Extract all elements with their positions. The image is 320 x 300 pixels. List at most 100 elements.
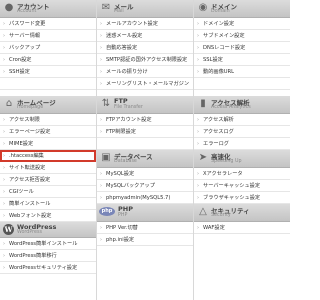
arrow-icon: › bbox=[197, 57, 199, 63]
arrow-icon: › bbox=[100, 57, 102, 63]
arrow-icon: › bbox=[100, 45, 102, 51]
arrow-icon: › bbox=[3, 45, 5, 51]
arrow-icon: › bbox=[3, 253, 5, 259]
menu-item-mysql-backup[interactable]: › MySQLバックアップ bbox=[97, 180, 193, 192]
menu-item-ftp-account[interactable]: › FTPアカウント設定 bbox=[97, 114, 193, 126]
menu-item-backup[interactable]: › バックアップ bbox=[0, 42, 96, 54]
menu-item-subdomain[interactable]: › サブドメイン設定 bbox=[194, 30, 290, 42]
arrow-icon: › bbox=[3, 153, 5, 159]
menu-item-mysql[interactable]: › MySQL設定 bbox=[97, 168, 193, 180]
arrow-icon: › bbox=[3, 33, 5, 39]
section-header-account: ● アカウント Account bbox=[0, 0, 96, 18]
section-header-mail: ✉ メール Mail bbox=[97, 0, 193, 18]
menu-item-auto-reply[interactable]: › 自動応答設定 bbox=[97, 42, 193, 54]
database-icon: ▣ bbox=[101, 152, 111, 163]
arrow-icon: › bbox=[197, 225, 199, 231]
menu-item-easy-install[interactable]: › 簡単インストール bbox=[0, 198, 96, 210]
menu-item-access-deny[interactable]: › アクセス拒否設定 bbox=[0, 174, 96, 186]
arrow-icon: › bbox=[3, 141, 5, 147]
menu-item-mime[interactable]: › MIME設定 bbox=[0, 138, 96, 150]
arrow-icon: › bbox=[197, 141, 199, 147]
section-header-database: ▣ データベース Database bbox=[97, 150, 193, 168]
menu-item-php-ini[interactable]: › php.ini設定 bbox=[97, 234, 193, 246]
menu-item-access-restriction[interactable]: › アクセス制限 bbox=[0, 114, 96, 126]
menu-item-access-analytics[interactable]: › アクセス解析 bbox=[194, 114, 290, 126]
menu-item-waf[interactable]: › WAF設定 bbox=[194, 222, 290, 234]
menu-item-domain[interactable]: › ドメイン設定 bbox=[194, 18, 290, 30]
section-header-ftp: ⇅ FTP File Transfer bbox=[97, 96, 193, 114]
menu-item-browser-cache[interactable]: › ブラウザキャッシュ設定 bbox=[194, 192, 290, 204]
menu-item-ssh[interactable]: › SSH設定 bbox=[0, 66, 96, 78]
menu-item-phpmyadmin[interactable]: › phpmyadmin(MySQL5.7) bbox=[97, 192, 193, 204]
house-icon: ⌂ bbox=[5, 98, 13, 109]
arrow-icon: › bbox=[100, 69, 102, 75]
arrow-icon: › bbox=[197, 129, 199, 135]
section-header-domain: ◉ ドメイン Domain bbox=[194, 0, 290, 18]
menu-item-wp-install[interactable]: › WordPress簡単インストール bbox=[0, 238, 96, 250]
arrow-icon: › bbox=[100, 195, 102, 201]
menu-item-ssl[interactable]: › SSL設定 bbox=[194, 54, 290, 66]
section-header-security: △ セキュリティ Security bbox=[194, 204, 290, 222]
globe-icon: ◉ bbox=[198, 2, 208, 13]
menu-item-dynamic-image-url[interactable]: › 動的画像URL bbox=[194, 66, 290, 78]
user-icon: ● bbox=[4, 2, 14, 13]
menu-item-x-accelerator[interactable]: › Xアクセラレータ bbox=[194, 168, 290, 180]
spacer bbox=[194, 78, 290, 90]
menu-item-wp-migrate[interactable]: › WordPress簡単移行 bbox=[0, 250, 96, 262]
arrow-icon: › bbox=[100, 129, 102, 135]
section-header-speed: ➤ 高速化 Speeding Up bbox=[194, 150, 290, 168]
menu-item-ftp-restrict[interactable]: › FTP制限設定 bbox=[97, 126, 193, 138]
arrow-icon: › bbox=[100, 225, 102, 231]
rocket-icon: ➤ bbox=[198, 152, 208, 163]
menu-item-server-info[interactable]: › サーバー情報 bbox=[0, 30, 96, 42]
menu-item-password[interactable]: › パスワード変更 bbox=[0, 18, 96, 30]
arrow-icon: › bbox=[3, 189, 5, 195]
arrow-icon: › bbox=[3, 69, 5, 75]
menu-item-spam[interactable]: › 迷惑メール設定 bbox=[97, 30, 193, 42]
arrow-icon: › bbox=[3, 241, 5, 247]
menu-item-cgi-tools[interactable]: › CGIツール bbox=[0, 186, 96, 198]
section-header-access-analytics: ▮ アクセス解析 Access Analytics bbox=[194, 96, 290, 114]
column-2: ✉ メール Mail › メールアカウント設定 › 迷惑メール設定 › 自動応答設定 … bbox=[97, 0, 193, 246]
arrow-icon: › bbox=[100, 117, 102, 123]
menu-item-dns[interactable]: › DNSレコード設定 bbox=[194, 42, 290, 54]
menu-item-mail-filter[interactable]: › メールの振り分け bbox=[97, 66, 193, 78]
menu-item-smtp-restrict[interactable]: › SMTP認証の国外アクセス制限設定 bbox=[97, 54, 193, 66]
arrow-icon: › bbox=[3, 57, 5, 63]
arrow-icon: › bbox=[3, 213, 5, 219]
menu-item-htaccess[interactable]: › .htaccess編集 bbox=[0, 150, 96, 162]
arrow-icon: › bbox=[100, 21, 102, 27]
arrow-icon: › bbox=[100, 171, 102, 177]
arrow-icon: › bbox=[100, 183, 102, 189]
column-1: ● アカウント Account › パスワード変更 › サーバー情報 › バックアップ… bbox=[0, 0, 96, 274]
chart-icon: ▮ bbox=[200, 98, 206, 109]
menu-item-mail-account[interactable]: › メールアカウント設定 bbox=[97, 18, 193, 30]
ftp-icon: ⇅ bbox=[101, 98, 111, 109]
lock-icon: △ bbox=[199, 206, 207, 217]
mail-icon: ✉ bbox=[101, 2, 111, 13]
section-header-php: php PHP PHP bbox=[97, 204, 193, 222]
arrow-icon: › bbox=[3, 165, 5, 171]
php-icon: php bbox=[99, 207, 115, 216]
menu-item-cron[interactable]: › Cron設定 bbox=[0, 54, 96, 66]
arrow-icon: › bbox=[197, 33, 199, 39]
menu-item-access-log[interactable]: › アクセスログ bbox=[194, 126, 290, 138]
spacer bbox=[97, 138, 193, 150]
arrow-icon: › bbox=[197, 183, 199, 189]
wordpress-icon: W bbox=[3, 224, 14, 235]
menu-item-error-page[interactable]: › エラーページ設定 bbox=[0, 126, 96, 138]
menu-item-mailing-list[interactable]: › メーリングリスト・メールマガジン bbox=[97, 78, 193, 90]
menu-item-php-version[interactable]: › PHP Ver.切替 bbox=[97, 222, 193, 234]
menu-item-server-cache[interactable]: › サーバーキャッシュ設定 bbox=[194, 180, 290, 192]
menu-item-wp-security[interactable]: › WordPressセキュリティ設定 bbox=[0, 262, 96, 274]
menu-item-error-log[interactable]: › エラーログ bbox=[194, 138, 290, 150]
arrow-icon: › bbox=[197, 21, 199, 27]
arrow-icon: › bbox=[3, 129, 5, 135]
menu-item-site-redirect[interactable]: › サイト転送設定 bbox=[0, 162, 96, 174]
arrow-icon: › bbox=[3, 265, 5, 271]
arrow-icon: › bbox=[197, 69, 199, 75]
section-header-wordpress: W WordPress WordPress bbox=[0, 222, 96, 238]
arrow-icon: › bbox=[197, 45, 199, 51]
menu-item-web-font[interactable]: › Webフォント設定 bbox=[0, 210, 96, 222]
server-panel: ● アカウント Account › パスワード変更 › サーバー情報 › バックアップ… bbox=[0, 0, 290, 300]
